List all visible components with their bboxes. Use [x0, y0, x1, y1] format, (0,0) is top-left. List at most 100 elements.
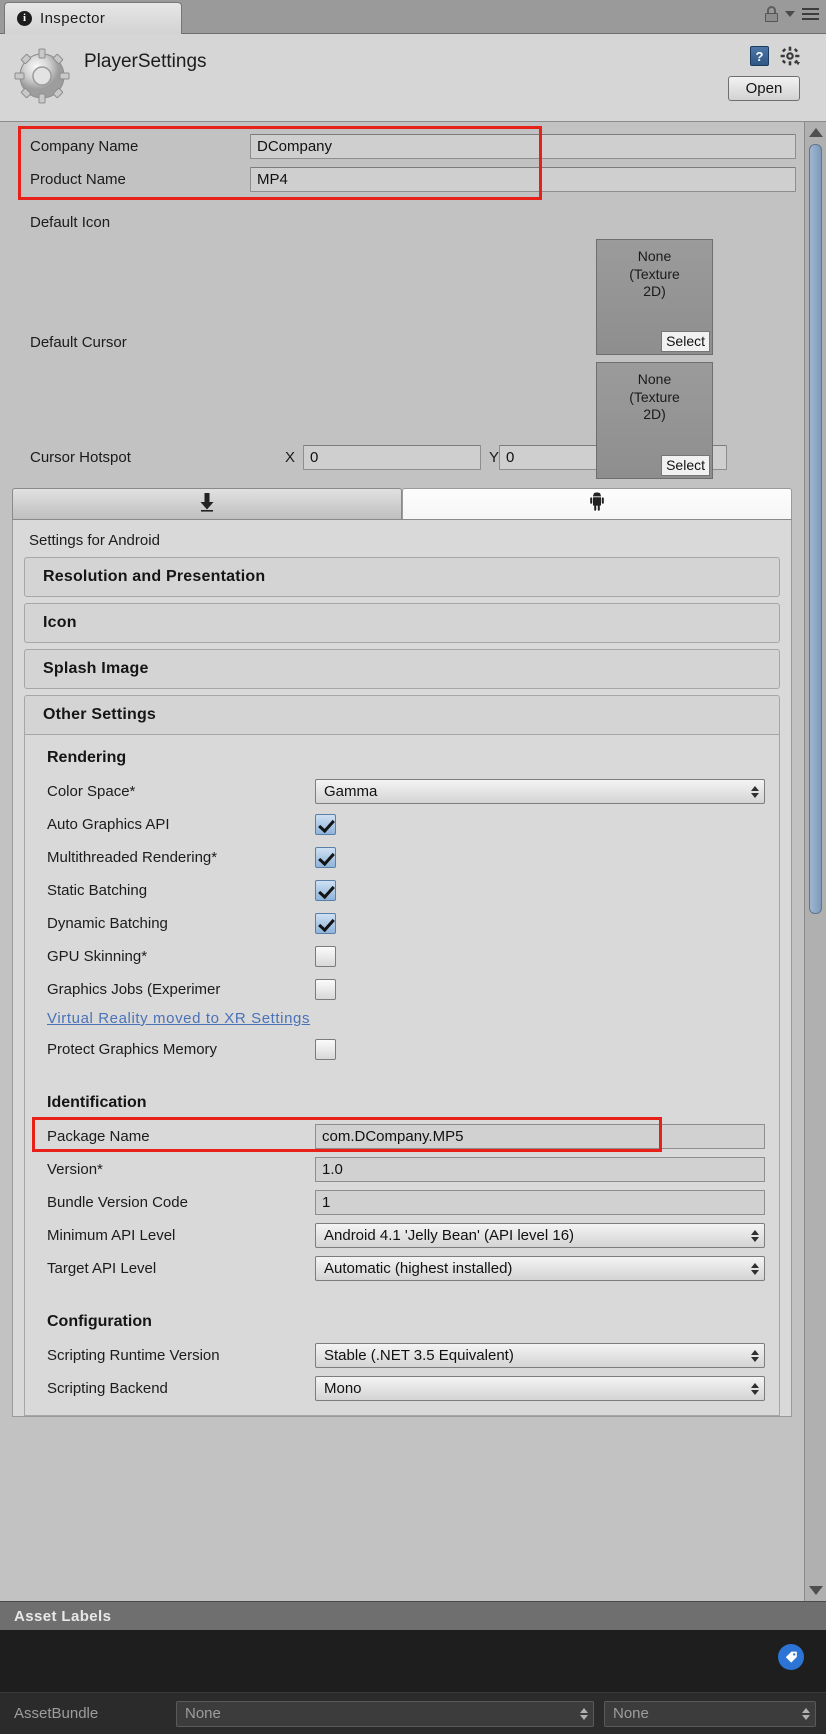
download-arrow-icon — [198, 492, 216, 516]
version-label: Version* — [47, 1161, 103, 1178]
stepper-arrows-icon — [751, 1382, 759, 1395]
static-batching-checkbox[interactable] — [315, 880, 336, 901]
dynamic-batching-label: Dynamic Batching — [47, 915, 168, 932]
row-version: Version* 1.0 — [25, 1153, 779, 1186]
default-icon-label: Default Icon — [30, 213, 111, 231]
lock-icon[interactable] — [765, 6, 778, 22]
minimum-api-level-label: Minimum API Level — [47, 1227, 176, 1244]
scripting-runtime-version-label: Scripting Runtime Version — [47, 1347, 220, 1364]
default-cursor-value-1: None — [637, 371, 672, 387]
foldout-other-settings[interactable]: Other Settings — [24, 695, 780, 735]
foldout-icon[interactable]: Icon — [24, 603, 780, 643]
vertical-scrollbar[interactable] — [804, 122, 826, 1601]
android-settings-panel: Settings for Android Resolution and Pres… — [12, 520, 792, 1417]
scripting-runtime-version-dropdown[interactable]: Stable (.NET 3.5 Equivalent) — [315, 1343, 765, 1368]
default-icon-value-3: 2D) — [643, 283, 666, 299]
row-company-name: Company Name DCompany — [0, 130, 804, 163]
object-header: PlayerSettings ? Open — [0, 34, 826, 122]
row-scripting-runtime-version: Scripting Runtime Version Stable (.NET 3… — [25, 1339, 779, 1372]
dynamic-batching-checkbox[interactable] — [315, 913, 336, 934]
product-name-input[interactable]: MP4 — [250, 167, 796, 192]
hamburger-menu-icon[interactable] — [802, 8, 819, 20]
company-name-label: Company Name — [30, 138, 139, 155]
target-api-level-value: Automatic (highest installed) — [324, 1260, 513, 1277]
assetbundle-name-dropdown[interactable]: None — [176, 1700, 594, 1727]
scroll-down-arrow-icon[interactable] — [808, 1586, 823, 1595]
version-input[interactable]: 1.0 — [315, 1157, 765, 1182]
row-multithreaded-rendering: Multithreaded Rendering* — [25, 841, 779, 874]
package-name-input[interactable]: com.DCompany.MP5 — [315, 1124, 765, 1149]
scroll-up-arrow-icon[interactable] — [808, 128, 823, 137]
gpu-skinning-label: GPU Skinning* — [47, 948, 148, 965]
foldout-resolution-label: Resolution and Presentation — [43, 568, 266, 585]
stepper-arrows-icon — [580, 1707, 588, 1720]
row-default-icon: Default Icon — [0, 196, 804, 236]
target-api-level-dropdown[interactable]: Automatic (highest installed) — [315, 1256, 765, 1281]
color-space-value: Gamma — [324, 783, 378, 800]
gpu-skinning-checkbox[interactable] — [315, 946, 336, 967]
assetbundle-variant-value: None — [613, 1705, 649, 1722]
default-icon-select-button[interactable]: Select — [661, 331, 710, 352]
scrollbar-thumb[interactable] — [809, 144, 822, 914]
row-static-batching: Static Batching — [25, 874, 779, 907]
stepper-arrows-icon — [751, 1262, 759, 1275]
info-icon: i — [17, 11, 32, 26]
asset-labels-body — [0, 1630, 826, 1692]
graphics-jobs-checkbox[interactable] — [315, 979, 336, 1000]
row-product-name: Product Name MP4 — [0, 163, 804, 196]
android-robot-icon — [590, 492, 604, 516]
help-book-icon[interactable]: ? — [750, 46, 769, 66]
product-name-label: Product Name — [30, 171, 126, 188]
foldout-splash-image[interactable]: Splash Image — [24, 649, 780, 689]
stepper-arrows-icon — [751, 785, 759, 798]
assetbundle-label: AssetBundle — [14, 1705, 99, 1722]
bundle-version-code-label: Bundle Version Code — [47, 1194, 188, 1211]
row-gpu-skinning: GPU Skinning* — [25, 940, 779, 973]
protect-graphics-memory-checkbox[interactable] — [315, 1039, 336, 1060]
scripting-backend-dropdown[interactable]: Mono — [315, 1376, 765, 1401]
platform-tab-standalone[interactable] — [12, 488, 402, 519]
default-cursor-picker[interactable]: None (Texture 2D) Select — [596, 362, 713, 479]
row-package-name: Package Name com.DCompany.MP5 — [25, 1120, 779, 1153]
identification-heading: Identification — [47, 1094, 147, 1111]
default-cursor-value-2: (Texture — [629, 388, 680, 405]
foldout-resolution-and-presentation[interactable]: Resolution and Presentation — [24, 557, 780, 597]
platform-tab-android[interactable] — [402, 488, 792, 519]
minimum-api-level-dropdown[interactable]: Android 4.1 'Jelly Bean' (API level 16) — [315, 1223, 765, 1248]
gear-icon[interactable] — [780, 46, 800, 66]
tab-inspector-label: Inspector — [40, 10, 106, 27]
multithreaded-rendering-checkbox[interactable] — [315, 847, 336, 868]
asset-labels-section: Asset Labels AssetBundle None None — [0, 1601, 826, 1734]
settings-panel-title: Settings for Android — [29, 532, 160, 549]
gear-settings-icon — [14, 48, 70, 104]
row-protect-graphics-memory: Protect Graphics Memory — [25, 1033, 779, 1066]
scripting-backend-value: Mono — [324, 1380, 362, 1397]
header-icons: ? — [750, 46, 800, 66]
cursor-hotspot-y-label: Y — [489, 448, 500, 466]
tab-inspector[interactable]: i Inspector — [4, 2, 182, 34]
multithreaded-rendering-label: Multithreaded Rendering* — [47, 849, 218, 866]
xr-settings-link[interactable]: Virtual Reality moved to XR Settings — [47, 1010, 310, 1027]
default-cursor-value-3: 2D) — [643, 406, 666, 422]
open-button[interactable]: Open — [728, 76, 800, 101]
default-icon-picker[interactable]: None (Texture 2D) Select — [596, 239, 713, 355]
auto-graphics-api-checkbox[interactable] — [315, 814, 336, 835]
package-name-label: Package Name — [47, 1128, 150, 1145]
static-batching-label: Static Batching — [47, 882, 148, 899]
color-space-dropdown[interactable]: Gamma — [315, 779, 765, 804]
assetbundle-variant-dropdown[interactable]: None — [604, 1700, 816, 1727]
label-tag-icon[interactable] — [778, 1644, 804, 1670]
asset-labels-header[interactable]: Asset Labels — [0, 1602, 826, 1630]
stepper-arrows-icon — [751, 1349, 759, 1362]
default-cursor-select-button[interactable]: Select — [661, 455, 710, 476]
tab-strip-controls — [765, 6, 819, 22]
row-target-api-level: Target API Level Automatic (highest inst… — [25, 1252, 779, 1285]
cursor-hotspot-x-input[interactable]: 0 — [303, 444, 481, 470]
row-vr-link: Virtual Reality moved to XR Settings — [25, 1006, 779, 1033]
configuration-heading: Configuration — [47, 1313, 152, 1330]
company-name-input[interactable]: DCompany — [250, 134, 796, 159]
bundle-version-code-input[interactable]: 1 — [315, 1190, 765, 1215]
chevron-down-icon[interactable] — [785, 11, 795, 17]
stepper-arrows-icon — [751, 1229, 759, 1242]
tab-strip: i Inspector — [0, 0, 826, 34]
